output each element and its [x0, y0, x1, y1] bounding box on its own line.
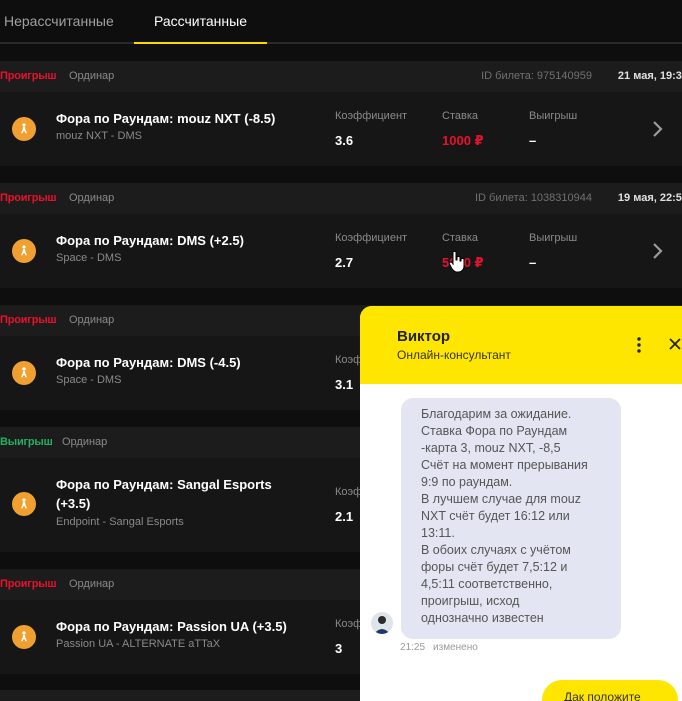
bet-title: Фора по Раундам: mouz NXT (-8.5) — [56, 111, 276, 126]
coefficient-value: 3.1 — [335, 377, 354, 392]
message-line: однозначно известен — [421, 611, 544, 625]
agent-message: Благодарим за ожидание. Ставка Фора по Р… — [401, 398, 621, 639]
message-line: проигрыш, исход — [421, 594, 520, 608]
stake-label: Ставка — [442, 110, 478, 122]
chevron-right-icon[interactable] — [652, 120, 664, 138]
coefficient-value: 3 — [335, 641, 343, 656]
bet-title: Фора по Раундам: DMS (+2.5) — [56, 233, 244, 248]
coefficient-label: Коэффициент — [335, 232, 408, 244]
tab-unsettled[interactable]: Нерассчитанные — [4, 0, 114, 44]
user-message: Дак положите — [542, 680, 678, 701]
chat-messages: Благодарим за ожидание. Ставка Фора по Р… — [360, 384, 682, 701]
chevron-right-icon[interactable] — [652, 242, 664, 260]
coefficient-label: Коэф — [335, 486, 363, 498]
coefficient-label: Коэф — [335, 354, 363, 366]
bet-status: Проигрыш — [0, 578, 57, 590]
coefficient-value: 3.6 — [335, 133, 354, 148]
message-line: Счёт на момент прерывания — [421, 458, 588, 472]
bet-card[interactable]: Проигрыш Ординар ID билета: 1038310944 1… — [0, 183, 682, 288]
bet-title: Фора по Раундам: Passion UA (+3.5) — [56, 619, 287, 634]
coefficient-label: Коэф — [335, 618, 363, 630]
bet-history-tabs: Нерассчитанные Рассчитанные — [0, 0, 682, 44]
bet-title: Фора по Раундам: Sangal Esports (+3.5) — [56, 477, 272, 511]
bet-match: Space - DMS — [56, 252, 122, 264]
message-line: В лучшем случае для mouz — [421, 492, 581, 506]
agent-avatar — [371, 612, 393, 634]
bet-match: Space - DMS — [56, 374, 122, 386]
close-icon[interactable] — [668, 337, 682, 351]
message-line: Благодарим за ожидание. — [421, 407, 572, 421]
bet-type: Ординар — [69, 192, 115, 204]
bet-type: Ординар — [69, 578, 115, 590]
bet-match: mouz NXT - DMS — [56, 130, 142, 142]
coefficient-value: 2.7 — [335, 255, 354, 270]
bet-type: Ординар — [69, 70, 115, 82]
csgo-icon — [12, 361, 36, 385]
bet-card-body: Фора по Раундам: mouz NXT (-8.5) mouz NX… — [0, 92, 682, 166]
bet-type: Ординар — [62, 436, 108, 448]
ticket-id: ID билета: 975140959 — [481, 70, 592, 82]
coefficient-label: Коэффициент — [335, 110, 408, 122]
bet-type: Ординар — [69, 314, 115, 326]
bet-card-header: Проигрыш Ординар ID билета: 1038310944 1… — [0, 183, 682, 214]
message-edited: изменено — [433, 642, 478, 653]
agent-role: Онлайн-консультант — [397, 348, 511, 362]
winnings-value: – — [529, 255, 537, 270]
message-line: NXT счёт будет 16:12 или — [421, 509, 570, 523]
bet-date: 19 мая, 22:59 — [617, 192, 682, 204]
bet-status: Проигрыш — [0, 314, 57, 326]
stake-value: 1000 ₽ — [442, 133, 484, 148]
bet-card-body: Фора по Раундам: DMS (+2.5) Space - DMS … — [0, 214, 682, 288]
winnings-value: – — [529, 133, 537, 148]
message-time: 21:25 — [400, 642, 426, 653]
message-line: Ставка Фора по Раундам — [421, 424, 568, 438]
agent-name: Виктор — [397, 328, 451, 345]
stake-label: Ставка — [442, 232, 478, 244]
bet-card-header: Проигрыш Ординар ID билета: 975140959 21… — [0, 61, 682, 92]
bet-status: Выигрыш — [0, 436, 53, 448]
ticket-id: ID билета: 1038310944 — [475, 192, 592, 204]
bet-match: Endpoint - Sangal Esports — [56, 516, 184, 528]
support-chat-widget: Виктор Онлайн-консультант Благодарим за … — [360, 306, 682, 701]
csgo-icon — [12, 239, 36, 263]
bet-card[interactable]: Проигрыш Ординар ID билета: 975140959 21… — [0, 61, 682, 166]
csgo-icon — [12, 492, 36, 516]
bet-date: 21 мая, 19:37 — [617, 70, 682, 82]
message-line: -карта 3, mouz NXT, -8,5 — [421, 441, 561, 455]
winnings-label: Выигрыш — [529, 110, 578, 122]
tab-settled[interactable]: Рассчитанные — [134, 0, 267, 44]
bet-status: Проигрыш — [0, 70, 57, 82]
message-meta: 21:25 изменено — [400, 642, 478, 653]
bet-status: Проигрыш — [0, 192, 57, 204]
message-line: форы счёт будет 7,5:12 и — [421, 560, 568, 574]
chat-header: Виктор Онлайн-консультант — [360, 306, 682, 384]
hand-cursor-icon — [448, 250, 465, 273]
coefficient-value: 2.1 — [335, 509, 354, 524]
winnings-label: Выигрыш — [529, 232, 578, 244]
bet-title: Фора по Раундам: DMS (-4.5) — [56, 355, 241, 370]
more-options-icon[interactable] — [632, 336, 646, 354]
message-line: 9:9 по раундам. — [421, 475, 513, 489]
message-line: 4,5:11 соответственно, — [421, 577, 553, 591]
message-line: В обоих случаях с учётом — [421, 543, 571, 557]
message-line: 13:11. — [421, 526, 455, 540]
bet-match: Passion UA - ALTERNATE aTTaX — [56, 638, 221, 650]
csgo-icon — [12, 117, 36, 141]
csgo-icon — [12, 625, 36, 649]
